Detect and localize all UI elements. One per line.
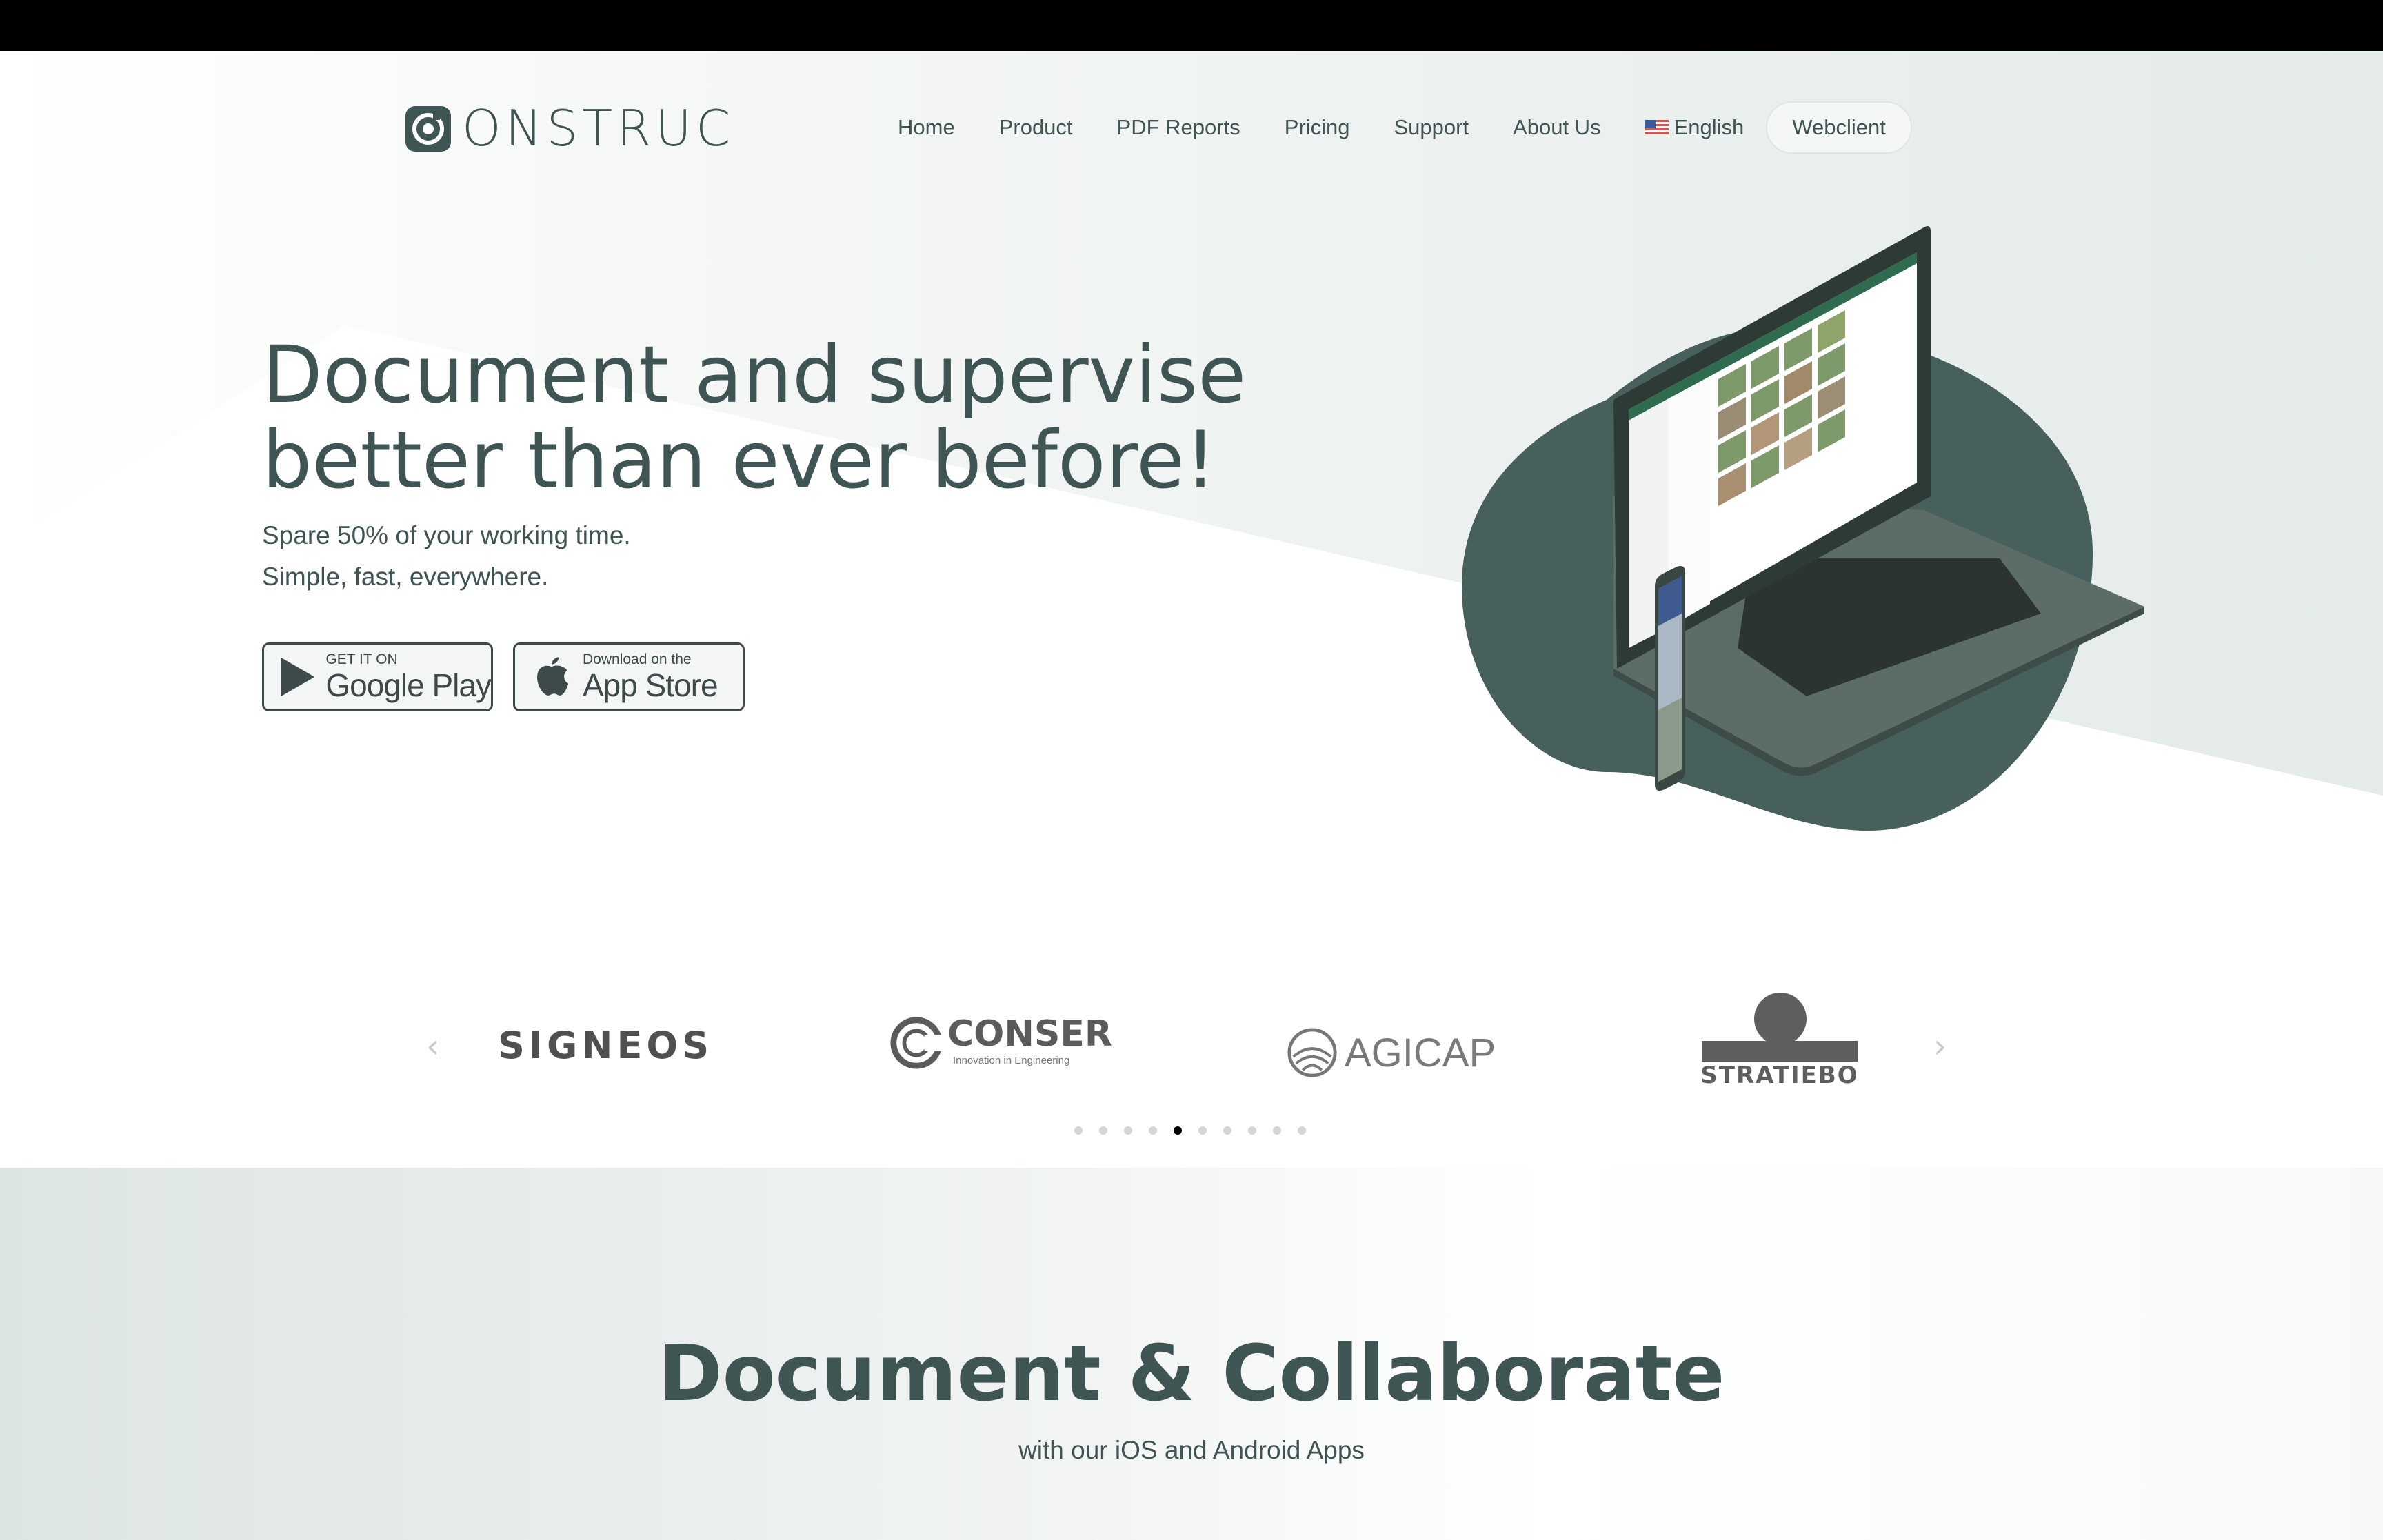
google-play-big: Google Play [325, 667, 492, 703]
stratiebo-logo-icon [1702, 993, 1858, 1062]
nav-support[interactable]: Support [1371, 101, 1491, 154]
brand-name: ONSTRUC [462, 99, 735, 157]
app-store-small: Download on the [583, 651, 692, 667]
nav-pdf-reports[interactable]: PDF Reports [1095, 101, 1263, 154]
partner-conser-name: CONSER [947, 1013, 1112, 1055]
nav-about-us[interactable]: About Us [1491, 101, 1623, 154]
hero-headline: Document and supervise better than ever … [262, 332, 1338, 503]
carousel-prev-icon[interactable]: ‹ [426, 1027, 439, 1066]
carousel-dot[interactable] [1099, 1126, 1107, 1135]
partner-logo-signeos: SIGNEOS [498, 1024, 713, 1067]
apple-icon [527, 653, 576, 701]
partner-logo-conser: CONSER Innovation in Engineering [889, 1013, 1124, 1071]
carousel-dot[interactable] [1198, 1126, 1207, 1135]
devices-illustration [1462, 226, 2144, 831]
carousel-dots [1074, 1126, 1323, 1135]
google-play-small: GET IT ON [325, 651, 398, 667]
app-store-text: Download on the App Store [583, 651, 718, 702]
browser-top-bar [0, 0, 2383, 51]
google-play-text: GET IT ON Google Play [325, 651, 492, 703]
conser-logo-icon [890, 1017, 943, 1069]
hero-headline-line1: Document and supervise [262, 329, 1247, 421]
carousel-dot[interactable] [1174, 1126, 1182, 1135]
partner-logo-stratiebo: STRATIEBO [1700, 993, 1859, 1089]
nav-product[interactable]: Product [977, 101, 1095, 154]
partner-conser-tagline: Innovation in Engineering [953, 1055, 1070, 1066]
partner-signeos-name: SIGNEOS [498, 1024, 714, 1067]
section2-subtitle: with our iOS and Android Apps [1018, 1436, 1365, 1464]
app-store-big: App Store [583, 667, 718, 703]
google-play-icon [276, 653, 319, 701]
app-store-button[interactable]: Download on the App Store [513, 642, 745, 711]
language-label: English [1673, 115, 1744, 139]
hero-subline-1: Spare 50% of your working time. [262, 521, 631, 549]
us-flag-icon [1645, 120, 1669, 135]
nav-pricing[interactable]: Pricing [1263, 101, 1372, 154]
partner-stratiebo-name: STRATIEBO [1700, 1062, 1859, 1089]
carousel-dot[interactable] [1223, 1126, 1231, 1135]
carousel-next-icon[interactable]: › [1933, 1027, 1947, 1066]
section2-title: Document & Collaborate [658, 1329, 1725, 1419]
webclient-button[interactable]: Webclient [1766, 101, 1912, 154]
main-nav: Home Product PDF Reports Pricing Support… [876, 101, 1912, 154]
brand-logo[interactable]: ONSTRUC [405, 103, 743, 153]
logo-icon [405, 106, 451, 152]
carousel-dot[interactable] [1149, 1126, 1157, 1135]
nav-home[interactable]: Home [876, 101, 977, 154]
carousel-dot[interactable] [1273, 1126, 1281, 1135]
hero-subline-2: Simple, fast, everywhere. [262, 563, 549, 591]
language-selector[interactable]: English [1623, 115, 1767, 140]
carousel-dot[interactable] [1074, 1126, 1083, 1135]
google-play-button[interactable]: GET IT ON Google Play [262, 642, 493, 711]
partner-agicap-name: AGICAP [1345, 1031, 1496, 1075]
carousel-dot[interactable] [1298, 1126, 1306, 1135]
hero-headline-line2: better than ever before! [262, 414, 1216, 506]
partner-logo-agicap: AGICAP [1287, 1027, 1496, 1082]
agicap-logo-icon [1287, 1028, 1337, 1077]
carousel-dot[interactable] [1124, 1126, 1132, 1135]
carousel-dot[interactable] [1248, 1126, 1256, 1135]
